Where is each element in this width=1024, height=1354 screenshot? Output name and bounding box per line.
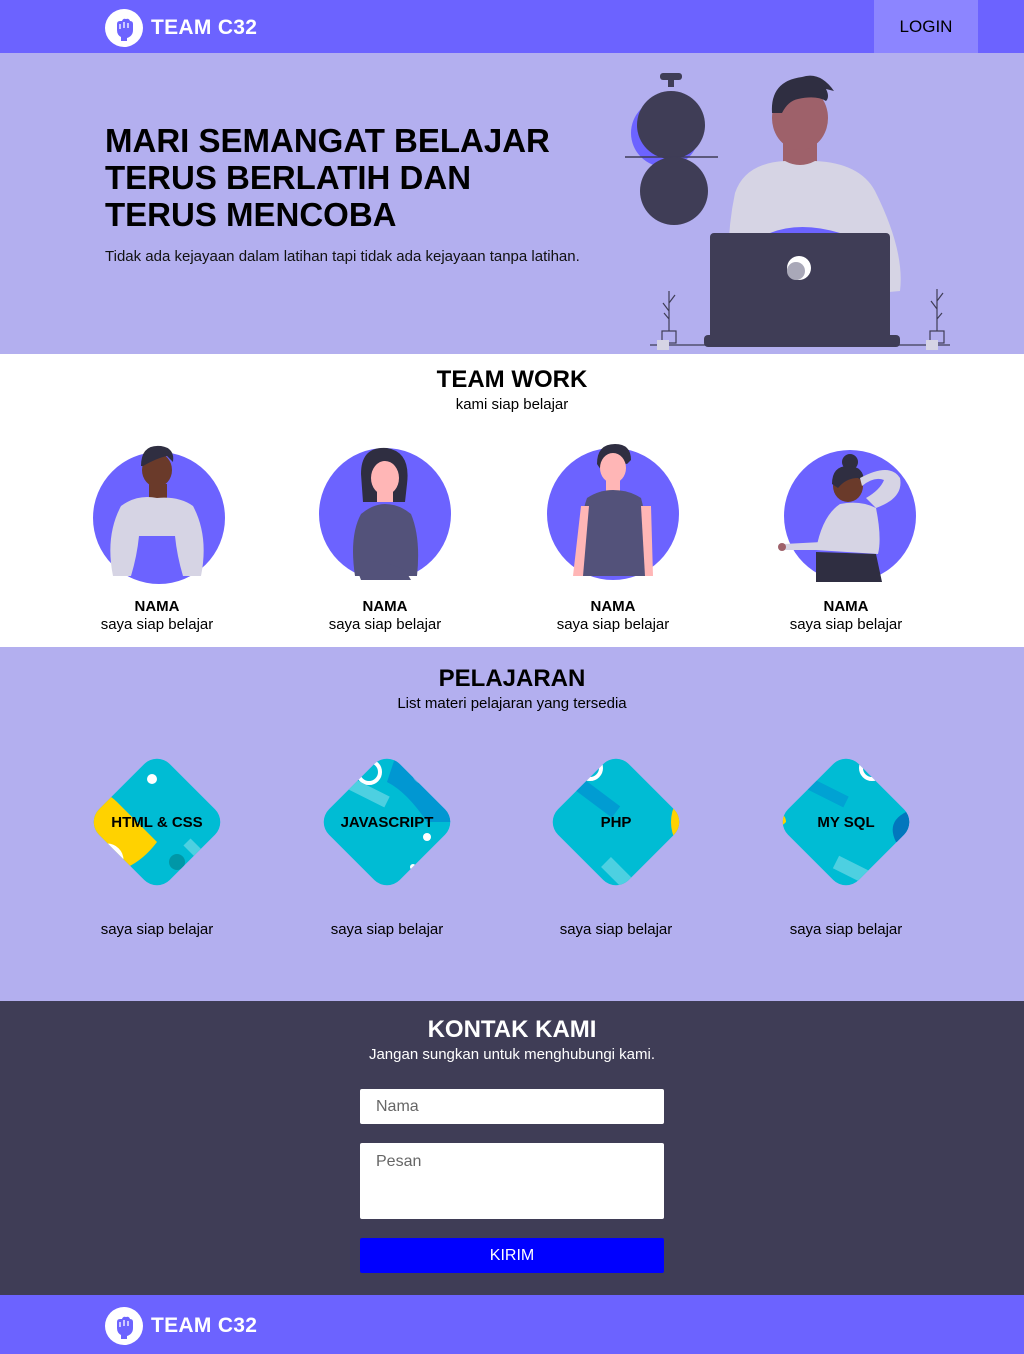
name-field[interactable] [360, 1089, 664, 1124]
message-field[interactable] [360, 1143, 664, 1219]
course-label: JAVASCRIPT [340, 813, 434, 831]
contact-subtitle: Jangan sungkan untuk menghubungi kami. [368, 1046, 656, 1063]
contact-title: KONTAK KAMI [427, 1016, 597, 1043]
lessons-subtitle: List materi pelajaran yang tersedia [397, 695, 627, 712]
avatar [543, 444, 683, 584]
footer-brand-name: TEAM C32 [151, 1314, 258, 1337]
member-name: NAMA [823, 598, 869, 615]
hero-title-line: TERUS MENCOBA [105, 196, 397, 233]
fist-icon [105, 1307, 143, 1345]
team-member-card: NAMA saya siap belajar [295, 444, 475, 633]
member-name: NAMA [362, 598, 408, 615]
member-description: saya siap belajar [789, 616, 903, 633]
course-description: saya siap belajar [100, 921, 214, 938]
hero-subtitle: Tidak ada kejayaan dalam latihan tapi ti… [105, 248, 580, 265]
avatar [776, 444, 916, 584]
member-description: saya siap belajar [328, 616, 442, 633]
course-description: saya siap belajar [789, 921, 903, 938]
team-title: TEAM WORK [436, 366, 588, 393]
hero-illustration [625, 73, 950, 350]
team-subtitle: kami siap belajar [455, 396, 569, 413]
member-description: saya siap belajar [556, 616, 670, 633]
course-card[interactable]: JAVASCRIPT saya siap belajar [307, 742, 467, 938]
course-tile[interactable]: MY SQL [766, 742, 926, 902]
course-card[interactable]: MY SQL saya siap belajar [766, 742, 926, 938]
submit-button[interactable]: KIRIM [360, 1238, 664, 1273]
team-member-card: NAMA saya siap belajar [67, 444, 247, 633]
fist-icon [105, 9, 143, 47]
lessons-section: PELAJARAN List materi pelajaran yang ter… [0, 647, 1024, 1001]
course-label: MY SQL [817, 813, 875, 831]
navbar: TEAM C32 LOGIN [0, 0, 1024, 53]
brand-name: TEAM C32 [151, 16, 258, 39]
course-description: saya siap belajar [330, 921, 444, 938]
hero-section: MARI SEMANGAT BELAJAR TERUS BERLATIH DAN… [0, 53, 1024, 354]
member-description: saya siap belajar [100, 616, 214, 633]
course-label: HTML & CSS [111, 813, 203, 831]
course-tile[interactable]: HTML & CSS [77, 742, 237, 902]
footer-brand[interactable]: TEAM C32 [105, 1307, 257, 1345]
hero-title-line: MARI SEMANGAT BELAJAR [105, 122, 550, 159]
hero-title: MARI SEMANGAT BELAJAR TERUS BERLATIH DAN… [105, 122, 575, 233]
contact-section: KONTAK KAMI Jangan sungkan untuk menghub… [0, 1001, 1024, 1295]
hero-title-line: TERUS BERLATIH DAN [105, 159, 472, 196]
avatar [315, 444, 455, 584]
course-description: saya siap belajar [559, 921, 673, 938]
team-member-card: NAMA saya siap belajar [523, 444, 703, 633]
member-name: NAMA [134, 598, 180, 615]
team-section: TEAM WORK kami siap belajar NAMA saya si… [0, 354, 1024, 647]
member-name: NAMA [590, 598, 636, 615]
avatar [87, 444, 227, 584]
course-card[interactable]: PHP saya siap belajar [536, 742, 696, 938]
course-tile[interactable]: JAVASCRIPT [307, 742, 467, 902]
brand[interactable]: TEAM C32 [105, 9, 257, 47]
footer: TEAM C32 [0, 1295, 1024, 1354]
course-card[interactable]: HTML & CSS saya siap belajar [77, 742, 237, 938]
course-tile[interactable]: PHP [536, 742, 696, 902]
course-label: PHP [600, 813, 632, 831]
login-button[interactable]: LOGIN [874, 0, 978, 53]
team-member-card: NAMA saya siap belajar [756, 444, 936, 633]
lessons-title: PELAJARAN [438, 665, 586, 692]
